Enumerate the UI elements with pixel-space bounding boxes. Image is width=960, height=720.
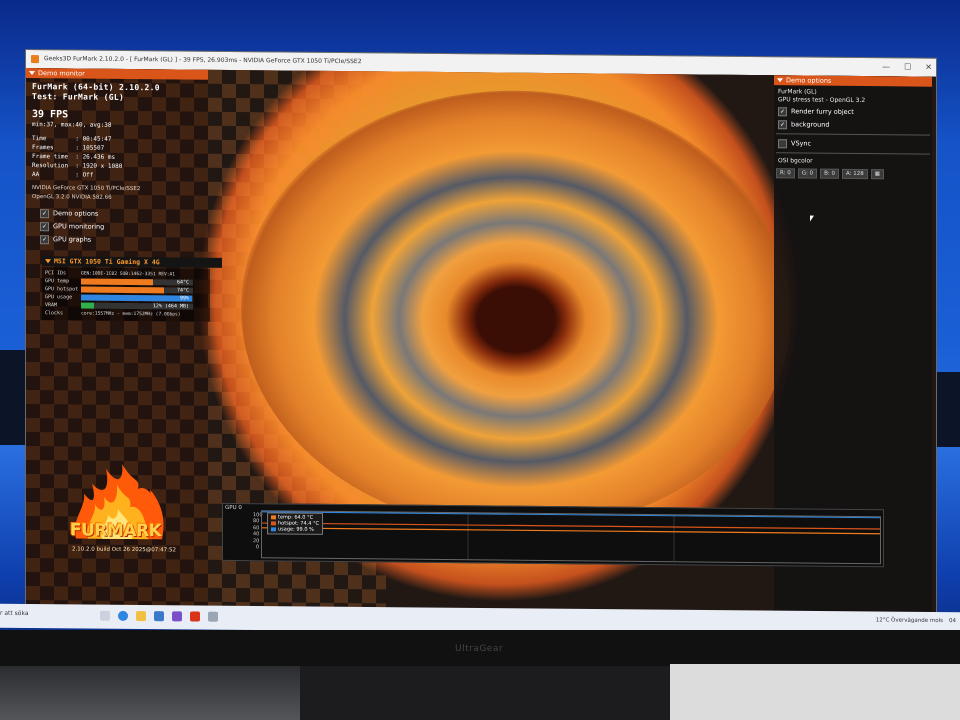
- gpu-stat-bar: 74°C: [81, 286, 193, 294]
- checkbox-empty: [778, 138, 787, 148]
- furmark-taskbar-icon[interactable]: [190, 611, 200, 622]
- window-controls: — ☐ ✕: [882, 58, 932, 76]
- demo-name: FurMark (GL): [778, 88, 817, 96]
- graph-y-tick: 0: [255, 544, 259, 551]
- legend-swatch: [271, 521, 276, 526]
- weather-widget[interactable]: 12°C Övervägande mols: [876, 617, 943, 624]
- graph-y-tick: 40: [253, 531, 260, 538]
- graph-legend: temp: 64.0 °C hotspot: 74.4 °C usage: 99.0…: [267, 512, 323, 535]
- fur-donut-render: [241, 88, 791, 534]
- test-name: Test: FurMark (GL): [32, 92, 125, 102]
- demo-monitor-header[interactable]: Demo monitor: [26, 68, 208, 80]
- demo-options-checkbox[interactable]: ✓ Demo options: [40, 208, 208, 220]
- furmark-logo-text: FURMARK: [70, 520, 162, 542]
- gpu-stat-fill: [81, 278, 153, 286]
- background-checkbox[interactable]: ✓ background: [778, 119, 932, 130]
- checkmark-icon: ✓: [778, 119, 787, 129]
- photo-background: Geeks3D FurMark 2.10.2.0 - [ FurMark (GL…: [0, 0, 960, 720]
- graph-label: GPU 0: [225, 504, 242, 512]
- gpu-stat-fill: [81, 294, 192, 302]
- file-explorer-icon[interactable]: [136, 610, 146, 622]
- window-title: Geeks3D FurMark 2.10.2.0 - [ FurMark (GL…: [44, 55, 362, 66]
- checkmark-icon: ✓: [40, 234, 49, 244]
- color-picker-icon[interactable]: ▦: [870, 169, 884, 180]
- gpu-stat-label: GPU usage: [45, 294, 73, 301]
- app-version: FurMark (64-bit) 2.10.2.0: [32, 82, 160, 93]
- demo-options-header[interactable]: Demo options: [774, 75, 932, 87]
- clock[interactable]: 04: [949, 618, 956, 624]
- minimize-button[interactable]: —: [882, 58, 890, 76]
- gpu-stat-label: GPU temp: [45, 278, 70, 285]
- graph-legend-entry: usage: 99.0 %: [271, 526, 319, 533]
- task-view-icon[interactable]: [100, 610, 110, 621]
- monitor-brand: UltraGear: [455, 644, 504, 654]
- vsync-checkbox[interactable]: VSync: [778, 138, 932, 149]
- checkmark-icon: ✓: [778, 106, 787, 116]
- checkmark-icon: ✓: [40, 208, 49, 218]
- build-info: 2.10.2.0 build Oct 26 2025@07:47:52: [72, 546, 176, 554]
- gpu-monitor-header[interactable]: MSI GTX 1050 Ti Gaming X 4G: [42, 256, 222, 268]
- gpu-monitoring-checkbox[interactable]: ✓ GPU monitoring: [40, 221, 208, 233]
- clocks-row: Clocks core:1557MHz - mem:1752MHz (7.0Gb…: [45, 310, 181, 317]
- furmark-window: Geeks3D FurMark 2.10.2.0 - [ FurMark (GL…: [26, 50, 936, 619]
- gpu-stat-label: VRAM: [45, 302, 58, 309]
- bgcolor-r-field[interactable]: R: 0: [776, 168, 795, 179]
- gpu-stat-label: GPU hotspot: [45, 286, 79, 293]
- bgcolor-g-field[interactable]: G: 0: [797, 168, 818, 179]
- graph-y-axis: 100 80 60 40 20 0: [253, 512, 263, 551]
- app-icon[interactable]: [208, 611, 218, 622]
- gpu-stat-value: 64°C: [176, 279, 189, 286]
- app-icon[interactable]: [172, 611, 182, 622]
- gpu-stat-fill: [81, 302, 95, 309]
- graph-y-tick: 80: [253, 518, 260, 525]
- gpu-stat-value: 74°C: [176, 287, 189, 294]
- divider: [776, 133, 930, 136]
- gpu-stat-value: 12% (464 MB): [152, 303, 189, 310]
- gpu-monitor-panel: PCI IDs GEN:10DE-1C82 SUB:1462-3351 REV:…: [42, 267, 210, 322]
- collapse-triangle-icon: [29, 71, 35, 76]
- checkmark-icon: ✓: [40, 221, 49, 231]
- graph-series-line: [262, 511, 880, 519]
- desk-paper: [670, 664, 960, 720]
- bgcolor-a-field[interactable]: A: 128: [842, 168, 868, 180]
- gpu-stat-bar: 12% (464 MB): [81, 302, 193, 310]
- legend-swatch: [271, 527, 276, 532]
- monitor-stand: [300, 666, 680, 720]
- gpu-graph: GPU 0 100 80 60 40 20 0 temp: 64.0 °C hotspot:…: [222, 502, 884, 568]
- gpu-stat-fill: [81, 286, 164, 294]
- divider: [776, 152, 930, 155]
- collapse-triangle-icon: [777, 78, 783, 83]
- bgcolor-b-field[interactable]: B: 0: [820, 168, 840, 179]
- close-button[interactable]: ✕: [925, 59, 932, 77]
- graph-series-line: [262, 527, 880, 535]
- osi-bgcolor-label: OSI bgcolor: [778, 157, 813, 165]
- system-tray: 12°C Övervägande mols 04: [876, 617, 956, 624]
- gpu-stat-bar: 64°C: [81, 278, 193, 286]
- legend-label: usage: 99.0 %: [278, 526, 314, 533]
- gpu-stat-bar: 99%: [81, 294, 193, 302]
- store-icon[interactable]: [154, 611, 164, 622]
- taskbar-search[interactable]: r att söka: [0, 610, 29, 617]
- gpu-stat-value: 99%: [179, 295, 189, 302]
- graph-series-line: [262, 522, 880, 530]
- furmark-app-icon: [31, 55, 39, 64]
- maximize-button[interactable]: ☐: [904, 58, 911, 76]
- render-furry-object-checkbox[interactable]: ✓ Render furry object: [778, 106, 932, 117]
- graph-plot: [261, 510, 881, 565]
- demo-description: GPU stress test - OpenGL 3.2: [778, 96, 866, 105]
- taskbar-icons: [100, 610, 218, 622]
- bgcolor-fields: R: 0 G: 0 B: 0 A: 128 ▦: [776, 168, 932, 180]
- collapse-triangle-icon: [45, 259, 51, 264]
- mouse-cursor-icon: [810, 215, 814, 222]
- gpu-graphs-checkbox[interactable]: ✓ GPU graphs: [40, 234, 208, 246]
- edge-icon[interactable]: [118, 610, 128, 621]
- legend-swatch: [271, 515, 276, 520]
- render-viewport: Demo monitor FurMark (64-bit) 2.10.2.0 T…: [26, 68, 936, 619]
